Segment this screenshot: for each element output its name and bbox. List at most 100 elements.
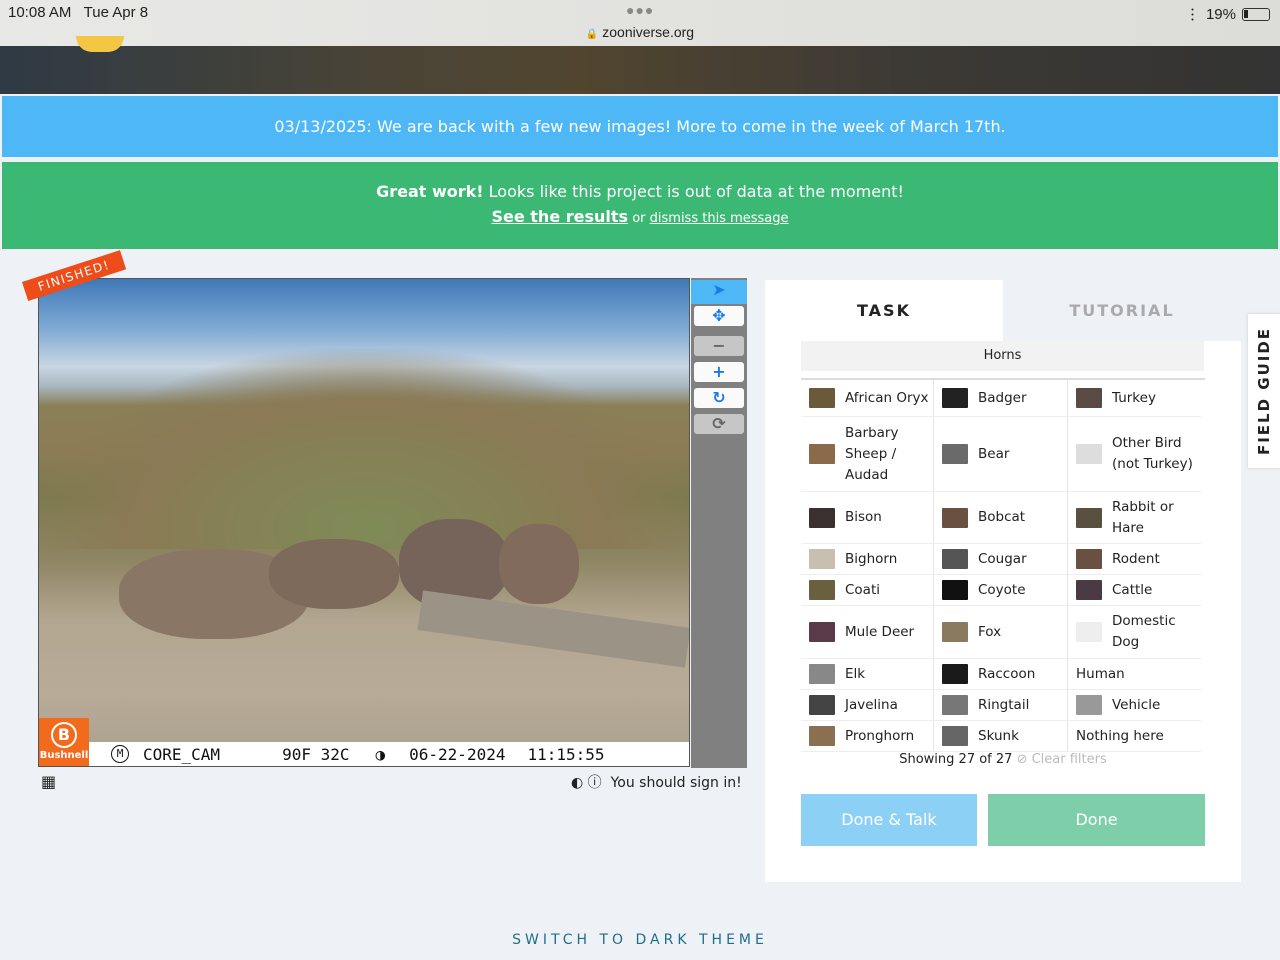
zoom-in-icon[interactable]: + — [694, 362, 744, 382]
subject-image[interactable]: M CORE_CAM 90F 32C ◑ 06-22-2024 11:15:55… — [38, 278, 690, 767]
choice-item[interactable]: Bighorn — [801, 544, 934, 575]
choice-item[interactable]: Coyote — [934, 575, 1068, 606]
choice-item[interactable]: Mule Deer — [801, 606, 934, 659]
choice-label: African Oryx — [845, 389, 929, 406]
choice-item[interactable]: Other Bird (not Turkey) — [1068, 417, 1201, 492]
choice-thumbnail — [809, 580, 835, 600]
choice-item[interactable]: Rodent — [1068, 544, 1201, 575]
info-icon[interactable]: ⓘ — [588, 775, 602, 791]
tab-task[interactable]: TASK — [765, 280, 1003, 341]
address-bar[interactable]: 🔒 zooniverse.org — [0, 24, 1280, 40]
dark-theme-toggle[interactable]: SWITCH TO DARK THEME — [0, 932, 1280, 948]
choice-item[interactable]: Bear — [934, 417, 1068, 492]
info-banner: 03/13/2025: We are back with a few new i… — [2, 96, 1278, 157]
choice-item[interactable]: Raccoon — [934, 659, 1068, 690]
sign-in-message: You should sign in! — [610, 775, 742, 791]
choice-thumbnail — [809, 549, 835, 569]
dismiss-link[interactable]: dismiss this message — [650, 211, 789, 226]
choice-label: Bighorn — [845, 550, 898, 567]
choice-thumbnail — [942, 664, 968, 684]
choice-thumbnail — [809, 507, 835, 528]
rotate-icon[interactable]: ↻ — [694, 388, 744, 408]
finished-banner: Great work! Looks like this project is o… — [2, 162, 1278, 249]
choice-item[interactable]: Pronghorn — [801, 721, 934, 752]
field-guide-button[interactable]: FIELD GUIDE — [1248, 314, 1280, 468]
choice-label: Bison — [845, 509, 882, 525]
choice-label: Coyote — [978, 581, 1026, 598]
choice-label: Barbary Sheep / Audad — [845, 424, 899, 483]
choice-item[interactable]: Badger — [934, 380, 1068, 417]
battery-icon — [1242, 8, 1270, 21]
contrast-icon[interactable]: ◐ — [571, 775, 583, 791]
choice-thumbnail — [942, 507, 968, 528]
showing-count: Showing 27 of 27 — [899, 752, 1013, 767]
choice-label: Cattle — [1112, 581, 1153, 598]
grid-view-icon[interactable]: ▦ — [41, 772, 56, 791]
choice-item[interactable]: Elk — [801, 659, 934, 690]
choice-item[interactable]: Bison — [801, 492, 934, 544]
reset-icon[interactable]: ⟳ — [694, 414, 744, 434]
choice-label: Vehicle — [1112, 696, 1161, 713]
wifi-icon: ︙ — [1184, 7, 1200, 24]
choice-thumbnail — [1076, 507, 1102, 528]
choice-label: Pronghorn — [845, 727, 915, 744]
choice-label: Coati — [845, 581, 881, 598]
choice-item[interactable]: Cougar — [934, 544, 1068, 575]
choice-thumbnail — [942, 726, 968, 746]
choice-item[interactable]: Barbary Sheep / Audad — [801, 417, 934, 492]
choice-label: Other Bird (not Turkey) — [1112, 435, 1193, 472]
choice-item[interactable]: Skunk — [934, 721, 1068, 752]
choice-thumbnail — [809, 695, 835, 715]
task-panel: TASK TUTORIAL Horns African Oryx Badger Tu… — [765, 280, 1241, 882]
choice-thumbnail — [1076, 549, 1102, 569]
choice-item[interactable]: Javelina — [801, 690, 934, 721]
move-tool-icon[interactable]: ✥ — [694, 306, 744, 326]
choice-item[interactable]: Bobcat — [934, 492, 1068, 544]
choice-label: Elk — [845, 665, 866, 682]
choice-label: Javelina — [845, 696, 898, 713]
choice-thumbnail — [1076, 622, 1102, 642]
more-dots-icon[interactable]: ●●● — [626, 2, 654, 18]
choice-item[interactable]: Fox — [934, 606, 1068, 659]
done-talk-button[interactable]: Done & Talk — [801, 794, 977, 846]
camera-info-bar: M CORE_CAM 90F 32C ◑ 06-22-2024 11:15:55 — [39, 742, 689, 766]
choice-item[interactable]: African Oryx — [801, 380, 934, 417]
choice-thumbnail — [942, 388, 968, 408]
choice-item[interactable]: Nothing here — [1068, 721, 1201, 752]
done-button[interactable]: Done — [988, 794, 1205, 846]
choice-item[interactable]: Ringtail — [934, 690, 1068, 721]
choice-label: Human — [1076, 665, 1125, 682]
battery-text: 19% — [1205, 6, 1236, 23]
choice-thumbnail — [809, 664, 835, 684]
choice-label: Raccoon — [978, 665, 1036, 682]
choice-thumbnail — [809, 622, 835, 642]
choice-item[interactable]: Human — [1068, 659, 1201, 690]
status-bar: 10:08 AM Tue Apr 8 ●●● 🔒 zooniverse.org … — [0, 0, 1280, 46]
choice-thumbnail — [1076, 444, 1102, 464]
choice-label: Rodent — [1112, 550, 1160, 567]
choice-item[interactable]: Rabbit or Hare — [1068, 492, 1201, 544]
image-toolbar: ➤ ✥ − + ↻ ⟳ — [691, 278, 747, 768]
bushnell-logo: B Bushnell — [39, 718, 89, 766]
choice-item[interactable]: Coati — [801, 575, 934, 606]
choice-label: Bear — [978, 445, 1010, 462]
choice-label: Fox — [978, 623, 1002, 640]
tab-tutorial[interactable]: TUTORIAL — [1003, 280, 1241, 341]
choice-label: Turkey — [1112, 389, 1156, 406]
choice-thumbnail — [809, 726, 835, 746]
choice-item[interactable]: Vehicle — [1068, 690, 1201, 721]
clock: 10:08 AM — [8, 4, 72, 21]
see-results-link[interactable]: See the results — [491, 207, 628, 226]
choice-item[interactable]: Turkey — [1068, 380, 1201, 417]
choice-item[interactable]: Domestic Dog — [1068, 606, 1201, 659]
choice-item[interactable]: Cattle — [1068, 575, 1201, 606]
clear-filters-button[interactable]: ⊘ Clear filters — [1017, 752, 1107, 767]
date: Tue Apr 8 — [83, 4, 149, 21]
filter-horns[interactable]: Horns — [801, 341, 1204, 371]
choice-thumbnail — [942, 622, 968, 642]
choice-label: Bobcat — [978, 509, 1026, 525]
choice-label: Skunk — [978, 727, 1019, 744]
choice-label: Ringtail — [978, 696, 1030, 713]
zoom-out-icon[interactable]: − — [694, 336, 744, 356]
pointer-tool-icon[interactable]: ➤ — [691, 280, 747, 304]
